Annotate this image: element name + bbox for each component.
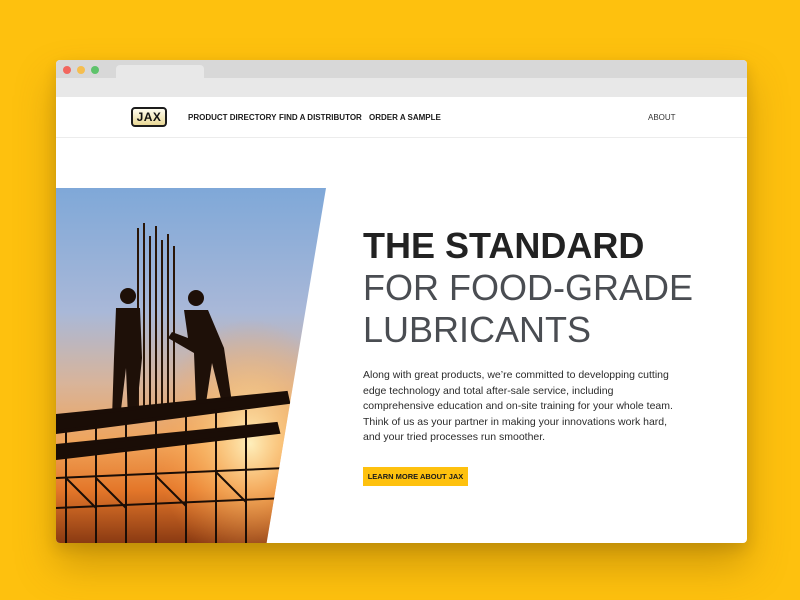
hero-image-graphic (56, 188, 326, 543)
browser-window: JAX PRODUCT DIRECTORY FIND A DISTRIBUTOR… (56, 60, 747, 543)
hero-headline-strong: THE STANDARD (363, 225, 645, 266)
hero-body-text: Along with great products, we’re committ… (363, 369, 673, 443)
browser-tab[interactable] (116, 65, 204, 79)
close-window-button[interactable] (63, 66, 71, 74)
nav-product-directory[interactable]: PRODUCT DIRECTORY (188, 113, 276, 122)
hero-headline-line3: LUBRICANTS (363, 309, 592, 350)
nav-about[interactable]: ABOUT (648, 113, 676, 122)
jax-logo[interactable]: JAX (131, 107, 167, 127)
browser-tab-strip (56, 60, 747, 79)
minimize-window-button[interactable] (77, 66, 85, 74)
nav-order-a-sample[interactable]: ORDER A SAMPLE (369, 113, 441, 122)
hero-headline: THE STANDARD FOR FOOD-GRADE LUBRICANTS (363, 225, 723, 351)
maximize-window-button[interactable] (91, 66, 99, 74)
browser-toolbar (56, 78, 747, 97)
hero-image (56, 188, 326, 543)
learn-more-button[interactable]: LEARN MORE ABOUT JAX (363, 467, 468, 486)
hero-headline-line2: FOR FOOD-GRADE (363, 267, 693, 308)
nav-find-a-distributor[interactable]: FIND A DISTRIBUTOR (279, 113, 362, 122)
site-header: JAX PRODUCT DIRECTORY FIND A DISTRIBUTOR… (56, 97, 747, 138)
